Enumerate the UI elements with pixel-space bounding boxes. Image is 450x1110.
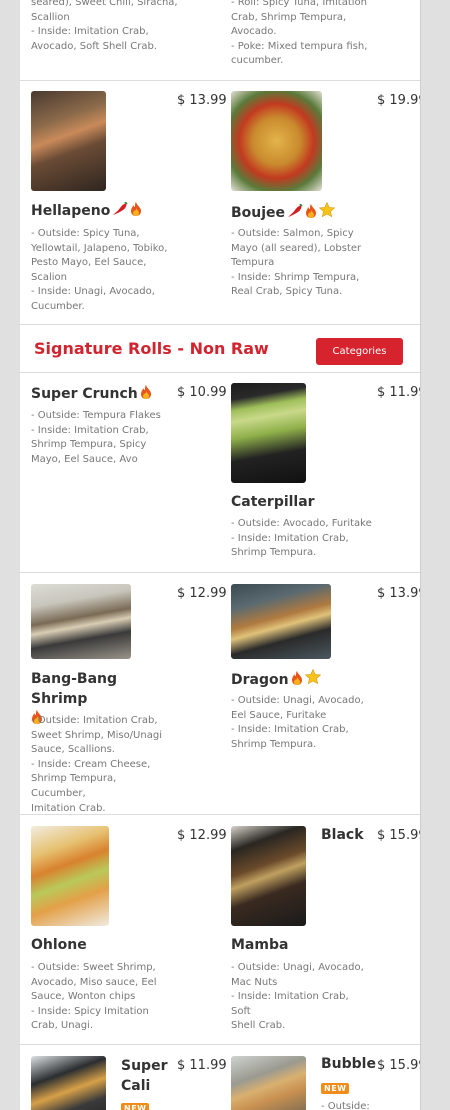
item-description: - Outside: Sweet Shrimp, Avocado, Miso s… xyxy=(31,962,157,1032)
menu-row: $ 10.99 Super Crunch - Outside: Tempura … xyxy=(20,372,420,573)
new-badge: NEW xyxy=(121,1096,150,1110)
new-badge: NEW xyxy=(321,1076,350,1095)
item-description: - Outside: xyxy=(321,1101,370,1110)
item-price: $ 12.99 xyxy=(177,828,227,843)
menu-row: seared), Sweet Chili, Siracha, Scallion … xyxy=(20,0,420,81)
item-price: $ 15.99 xyxy=(377,1058,420,1073)
item-description: - Outside: Avocado, Furitake - Inside: I… xyxy=(231,518,372,559)
item-photo xyxy=(31,1056,106,1110)
menu-page: seared), Sweet Chili, Siracha, Scallion … xyxy=(20,0,421,1110)
menu-row: $ 12.99 Ohlone - Outside: Sweet Shrimp, … xyxy=(20,815,420,1045)
item-description: - Outside: Unagi, Avocado, Eel Sauce, Fu… xyxy=(231,695,364,750)
categories-button[interactable]: Categories xyxy=(316,338,403,365)
item-name: Hellapeno xyxy=(31,202,142,219)
item-price: $ 11.99 xyxy=(377,385,420,400)
menu-row: $ 12.99 Bang-Bang Shrimp - Outside: Imit… xyxy=(20,573,420,815)
item-price: $ 15.99 xyxy=(377,828,420,843)
item-name: Bubble xyxy=(321,1056,376,1072)
item-name: Boujee xyxy=(231,202,335,221)
item-price: $ 12.99 xyxy=(177,586,227,601)
star-icon xyxy=(319,202,335,218)
item-photo xyxy=(231,91,322,191)
item-name: Super Cali xyxy=(121,1058,168,1094)
item-photo xyxy=(31,91,106,191)
item-photo xyxy=(31,826,109,926)
item-name: Ohlone xyxy=(31,937,87,953)
item-name: Mamba xyxy=(231,937,289,953)
item-description: - Outside: Unagi, Avocado, Mac Nuts - In… xyxy=(231,962,364,1032)
item-photo xyxy=(231,1056,306,1110)
item-description: - Outside: Tempura Flakes - Inside: Imit… xyxy=(31,410,161,465)
item-price: $ 13.99 xyxy=(177,93,227,108)
item-photo xyxy=(231,826,306,926)
menu-row: Super Cali NEW $ 11.99 Bubble NEW - Outsi… xyxy=(20,1045,420,1110)
item-description: - Roll: Spicy Tuna, Imitation Crab, Shri… xyxy=(231,0,368,67)
item-description: - Outside: Imitation Crab, Sweet Shrimp,… xyxy=(31,715,162,814)
item-photo xyxy=(31,584,131,659)
item-name: Caterpillar xyxy=(231,494,315,510)
fire-icon xyxy=(130,202,142,216)
item-description: - Outside: Salmon, Spicy Mayo (all seare… xyxy=(231,228,362,298)
item-description: - Outside: Spicy Tuna, Yellowtail, Jalap… xyxy=(31,228,168,312)
chili-pepper-icon xyxy=(112,202,128,216)
fire-icon xyxy=(305,204,317,218)
fire-icon xyxy=(291,671,303,685)
item-price: $ 19.99 xyxy=(377,93,420,108)
item-price: $ 11.99 xyxy=(177,1058,227,1073)
item-photo xyxy=(231,584,331,659)
star-icon xyxy=(305,669,321,685)
item-price: $ 10.99 xyxy=(177,385,227,400)
item-photo xyxy=(231,383,306,483)
section-title: Signature Rolls - Non Raw xyxy=(34,339,269,358)
item-name: Dragon xyxy=(231,669,321,688)
item-price: $ 13.99 xyxy=(377,586,420,601)
item-name: Super Crunch xyxy=(31,385,152,402)
item-name-top: Black xyxy=(321,827,364,843)
item-description: seared), Sweet Chili, Siracha, Scallion … xyxy=(31,0,178,52)
section-header: Signature Rolls - Non Raw Categories xyxy=(20,324,420,373)
chili-pepper-icon xyxy=(287,204,303,218)
menu-row: $ 13.99 Hellapeno - Outside: Spicy Tuna,… xyxy=(20,80,420,325)
fire-icon xyxy=(140,385,152,399)
